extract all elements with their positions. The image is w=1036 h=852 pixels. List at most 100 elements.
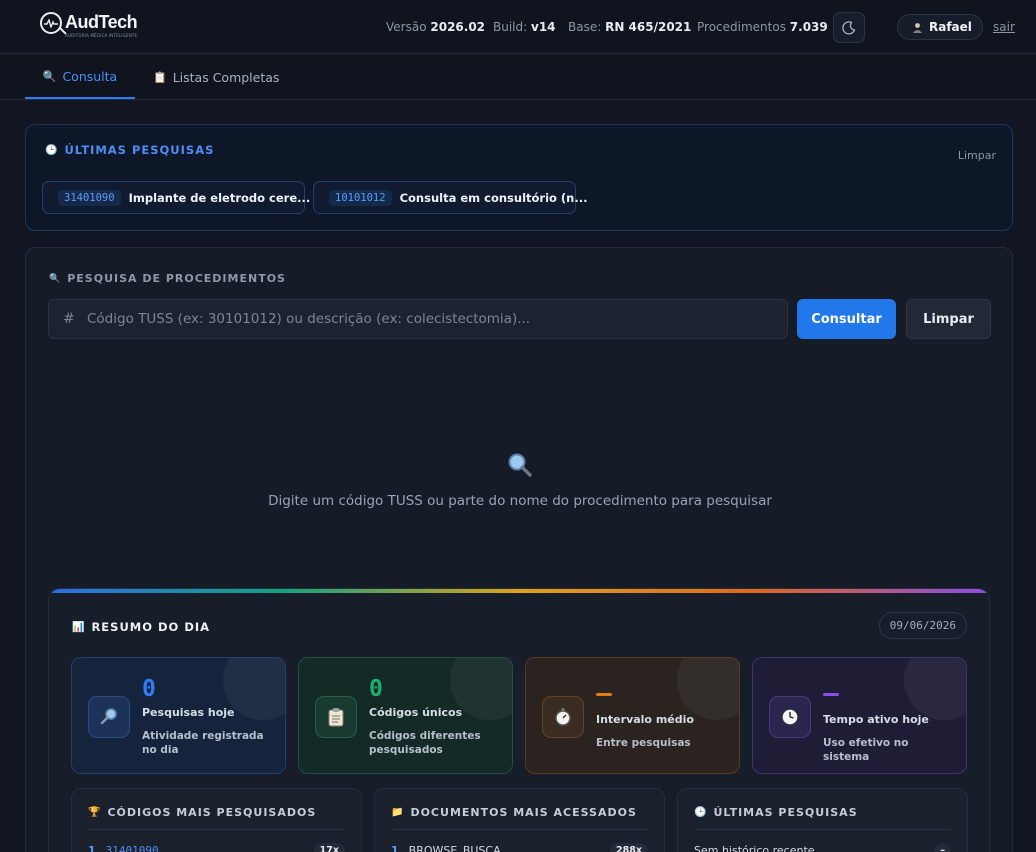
divider bbox=[391, 829, 648, 830]
clock-icon: 🕒 bbox=[694, 807, 708, 818]
base-info: Base: RN 465/2021 bbox=[568, 20, 691, 34]
stopwatch-icon bbox=[542, 696, 584, 738]
procedures-value: 7.039 bbox=[789, 20, 828, 34]
chip-text: Consulta em consultório (n... bbox=[399, 190, 588, 205]
stat-label: Tempo ativo hoje bbox=[823, 713, 929, 726]
stat-label: Intervalo médio bbox=[596, 713, 694, 726]
audtech-logo[interactable]: AudTech AUDITORIA MÉDICA INTELIGENTE bbox=[40, 11, 140, 41]
procedure-search-card: 🔍 PESQUISA DE PROCEDIMENTOS # Consultar … bbox=[25, 247, 1013, 852]
panel-title: 🕒 ÚLTIMAS PESQUISAS bbox=[694, 806, 858, 819]
count-badge: 288x bbox=[610, 843, 648, 852]
theme-toggle-button[interactable] bbox=[833, 12, 865, 43]
magnifier-icon bbox=[506, 451, 534, 483]
empty-history-text: Sem histórico recente bbox=[694, 844, 815, 852]
daily-summary-card: 📊 RESUMO DO DIA 09/06/2026 0 Pesquisas h… bbox=[48, 588, 990, 852]
tab-consulta[interactable]: 🔍 Consulta bbox=[25, 55, 135, 99]
search-section-title: 🔍 PESQUISA DE PROCEDIMENTOS bbox=[49, 272, 286, 285]
top-header: AudTech AUDITORIA MÉDICA INTELIGENTE Ver… bbox=[0, 0, 1036, 54]
build-label: Build: bbox=[493, 20, 528, 34]
tab-consulta-label: Consulta bbox=[62, 68, 118, 84]
panel-title-text: CÓDIGOS MAIS PESQUISADOS bbox=[107, 806, 317, 819]
version-label: Versão bbox=[386, 20, 427, 34]
magnifier-icon bbox=[88, 696, 130, 738]
search-box: # bbox=[48, 299, 788, 339]
stat-value: 0 bbox=[142, 676, 156, 702]
build-info: Build: v14 bbox=[493, 20, 556, 34]
count-badge: – bbox=[934, 843, 951, 852]
logo-text: AudTech bbox=[65, 12, 138, 32]
search-icon: 🔍 bbox=[49, 273, 62, 284]
clock-icon: 🕒 bbox=[45, 144, 59, 156]
magnifier-logo-icon bbox=[40, 12, 62, 34]
stat-sub: Códigos diferentes pesquisados bbox=[369, 730, 481, 756]
empty-state-text: Digite um código TUSS ou parte do nome d… bbox=[268, 493, 772, 509]
stat-label: Códigos únicos bbox=[369, 706, 463, 719]
clear-recent-button[interactable]: Limpar bbox=[958, 149, 996, 162]
summary-date: 09/06/2026 bbox=[878, 612, 967, 639]
moon-icon bbox=[842, 20, 856, 35]
base-label: Base: bbox=[568, 20, 602, 34]
logo-tagline: AUDITORIA MÉDICA INTELIGENTE bbox=[65, 33, 138, 38]
tab-listas-completas[interactable]: 📋 Listas Completas bbox=[153, 55, 279, 99]
document-name: BROWSE_BUSCA bbox=[408, 844, 501, 852]
trophy-icon: 🏆 bbox=[88, 807, 102, 818]
rank-number: 1 bbox=[88, 844, 96, 852]
summary-title: 📊 RESUMO DO DIA bbox=[72, 620, 210, 634]
decor-circle bbox=[904, 658, 966, 720]
recent-chip[interactable]: 10101012 Consulta em consultório (n... bbox=[313, 181, 587, 214]
top-codes-panel: 🏆 CÓDIGOS MAIS PESQUISADOS 1 31401090 17… bbox=[71, 788, 362, 852]
clipboard-icon bbox=[315, 696, 357, 738]
recent-chip[interactable]: 31401090 Implante de eletrodo cere... bbox=[42, 181, 310, 214]
build-value: v14 bbox=[531, 20, 556, 34]
recent-title-text: ÚLTIMAS PESQUISAS bbox=[64, 143, 215, 157]
stat-sub: Entre pesquisas bbox=[596, 737, 691, 749]
list-item: Sem histórico recente – bbox=[694, 843, 951, 852]
version-value: 2026.02 bbox=[430, 20, 486, 34]
base-value: RN 465/2021 bbox=[605, 20, 692, 34]
procedures-label: Procedimentos bbox=[697, 20, 786, 34]
search-input[interactable] bbox=[87, 311, 787, 327]
user-icon bbox=[913, 22, 922, 33]
search-icon: 🔍 bbox=[42, 69, 57, 83]
list-item[interactable]: 1 BROWSE_BUSCA 288x bbox=[391, 843, 648, 852]
stat-sub: Uso efetivo no sistema bbox=[823, 737, 909, 763]
stat-placeholder-dash bbox=[596, 693, 612, 696]
main-tabs: 🔍 Consulta 📋 Listas Completas bbox=[0, 55, 1036, 100]
summary-title-text: RESUMO DO DIA bbox=[91, 620, 211, 634]
stat-tempo-ativo: Tempo ativo hoje Uso efetivo no sistema bbox=[752, 657, 967, 774]
recent-searches-card: 🕒 ÚLTIMAS PESQUISAS Limpar 31401090 Impl… bbox=[25, 124, 1013, 231]
chip-code: 31401090 bbox=[58, 189, 121, 206]
clipboard-icon: 📋 bbox=[153, 70, 167, 84]
recent-searches-title: 🕒 ÚLTIMAS PESQUISAS bbox=[45, 143, 214, 157]
list-item[interactable]: 1 31401090 17x bbox=[88, 843, 345, 852]
procedures-info: Procedimentos 7.039 bbox=[697, 20, 828, 34]
user-menu[interactable]: Rafael bbox=[897, 14, 983, 40]
stat-intervalo-medio: Intervalo médio Entre pesquisas bbox=[525, 657, 740, 774]
decor-circle bbox=[677, 658, 739, 720]
code-link[interactable]: 31401090 bbox=[106, 844, 159, 852]
version-info: Versão 2026.02 bbox=[386, 20, 485, 34]
divider bbox=[88, 829, 345, 830]
stat-sub: Atividade registrada no dia bbox=[142, 730, 264, 756]
limpar-button[interactable]: Limpar bbox=[906, 299, 991, 339]
chip-text: Implante de eletrodo cere... bbox=[128, 190, 311, 205]
count-badge: 17x bbox=[313, 843, 345, 852]
panel-title: 📁 DOCUMENTOS MAIS ACESSADOS bbox=[391, 806, 637, 819]
folder-icon: 📁 bbox=[391, 807, 405, 818]
stat-pesquisas-hoje: 0 Pesquisas hoje Atividade registrada no… bbox=[71, 657, 286, 774]
bar-chart-icon: 📊 bbox=[72, 621, 86, 633]
clock-icon bbox=[769, 696, 811, 738]
panel-title-text: DOCUMENTOS MAIS ACESSADOS bbox=[410, 806, 637, 819]
chip-code: 10101012 bbox=[329, 189, 392, 206]
rainbow-bar bbox=[49, 589, 989, 593]
search-title-text: PESQUISA DE PROCEDIMENTOS bbox=[67, 272, 286, 285]
hash-icon: # bbox=[63, 311, 75, 327]
recent-history-panel: 🕒 ÚLTIMAS PESQUISAS Sem histórico recent… bbox=[677, 788, 968, 852]
panel-title-text: ÚLTIMAS PESQUISAS bbox=[713, 806, 858, 819]
logout-link[interactable]: sair bbox=[993, 20, 1015, 34]
tab-listas-label: Listas Completas bbox=[172, 69, 280, 85]
stat-value: 0 bbox=[369, 676, 383, 702]
divider bbox=[694, 829, 951, 830]
consultar-button[interactable]: Consultar bbox=[797, 299, 896, 339]
stat-placeholder-dash bbox=[823, 693, 839, 696]
